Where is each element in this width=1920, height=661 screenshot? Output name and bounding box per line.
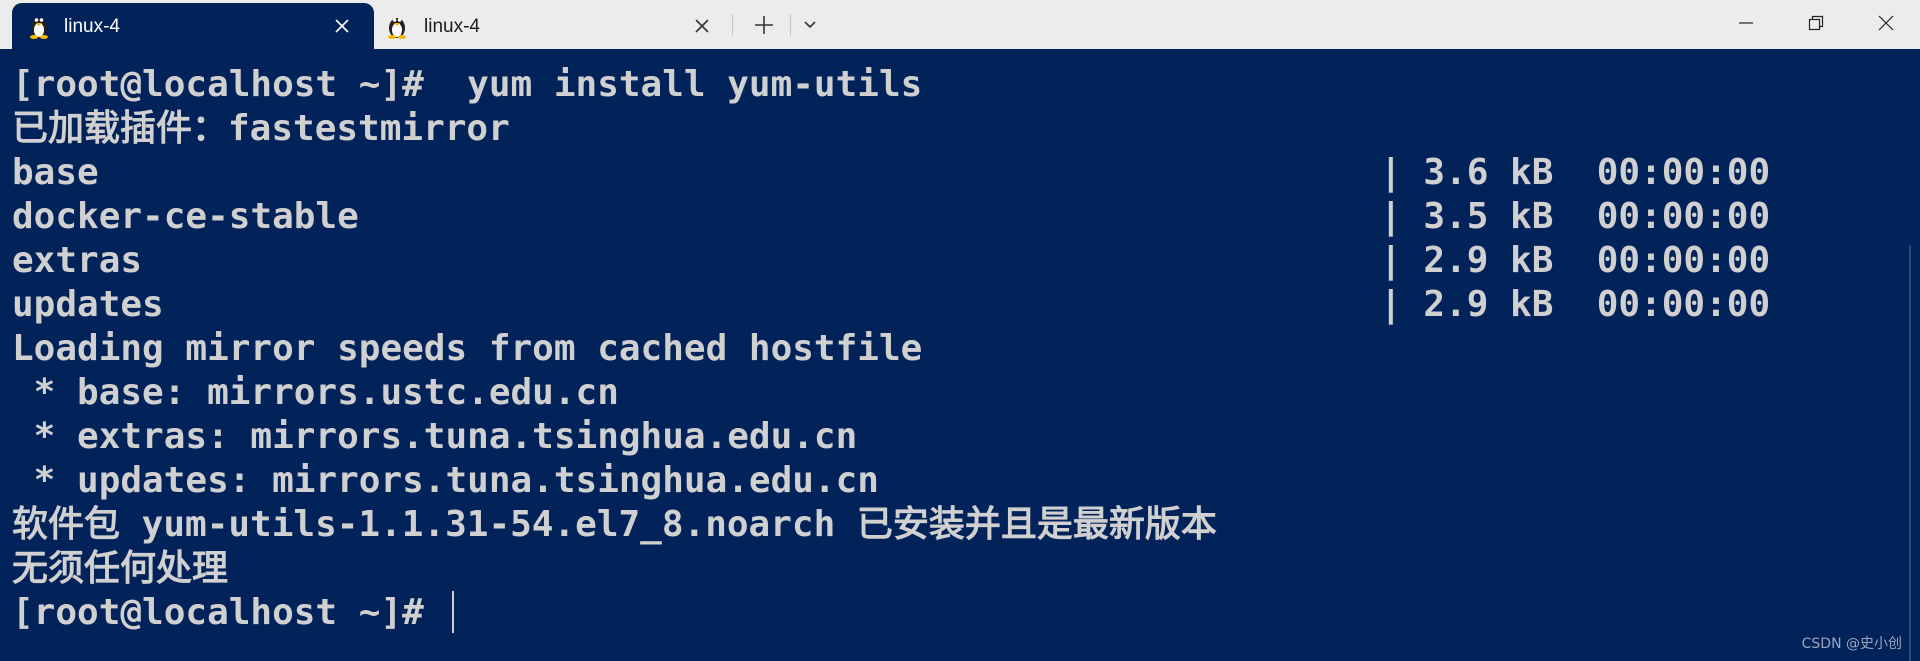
tab-linux-4-active[interactable]: linux-4 [12,3,374,49]
terminal-line: * extras: mirrors.tuna.tsinghua.edu.cn [12,416,858,457]
tab-linux-4-inactive[interactable]: linux-4 [374,3,730,49]
scrollbar[interactable] [1909,245,1911,661]
linux-penguin-icon [386,13,408,39]
new-tab-button[interactable] [748,12,780,38]
tab-label: linux-4 [424,16,480,37]
close-window-button[interactable] [1852,0,1920,46]
terminal-window: linux-4 linux-4 [root@localhost ~]# yum … [0,0,1920,661]
tab-close-icon[interactable] [330,14,354,38]
plus-icon [755,16,773,34]
restore-button[interactable] [1782,0,1850,46]
close-icon [1878,15,1894,31]
terminal-output[interactable]: [root@localhost ~]# yum install yum-util… [0,49,1920,661]
terminal-line: 无须任何处理 [12,548,229,589]
tab-bar: linux-4 linux-4 [0,0,1920,49]
terminal-line: * base: mirrors.ustc.edu.cn [12,372,619,413]
watermark: CSDN @史小创 [1801,636,1902,652]
text-cursor [452,591,454,633]
terminal-line: extras [12,240,143,281]
terminal-line: docker-ce-stable [12,196,359,237]
tab-divider [790,14,791,36]
minimize-icon [1739,22,1753,24]
terminal-line: updates [12,284,164,325]
tab-close-icon[interactable] [690,14,714,38]
terminal-line: Loading mirror speeds from cached hostfi… [12,328,923,369]
terminal-line: 软件包 yum-utils-1.1.31-54.el7_8.noarch 已安装… [12,504,1217,545]
tab-dropdown-button[interactable] [796,12,824,38]
minimize-button[interactable] [1712,0,1780,46]
tab-divider [732,14,733,36]
tab-label: linux-4 [64,16,120,37]
terminal-line: 已加载插件：fastestmirror [12,108,510,149]
repo-stat: | 2.9 kB 00:00:00 [1380,240,1771,281]
terminal-prompt: [root@localhost ~]# [12,592,446,633]
terminal-line: [root@localhost ~]# yum install yum-util… [12,64,923,105]
terminal-line: base [12,152,99,193]
repo-stat: | 2.9 kB 00:00:00 [1380,284,1771,325]
repo-stat: | 3.6 kB 00:00:00 [1380,152,1771,193]
restore-icon [1808,15,1824,31]
linux-penguin-icon [28,13,50,39]
repo-stat: | 3.5 kB 00:00:00 [1380,196,1771,237]
chevron-down-icon [804,21,816,29]
terminal-line: * updates: mirrors.tuna.tsinghua.edu.cn [12,460,879,501]
